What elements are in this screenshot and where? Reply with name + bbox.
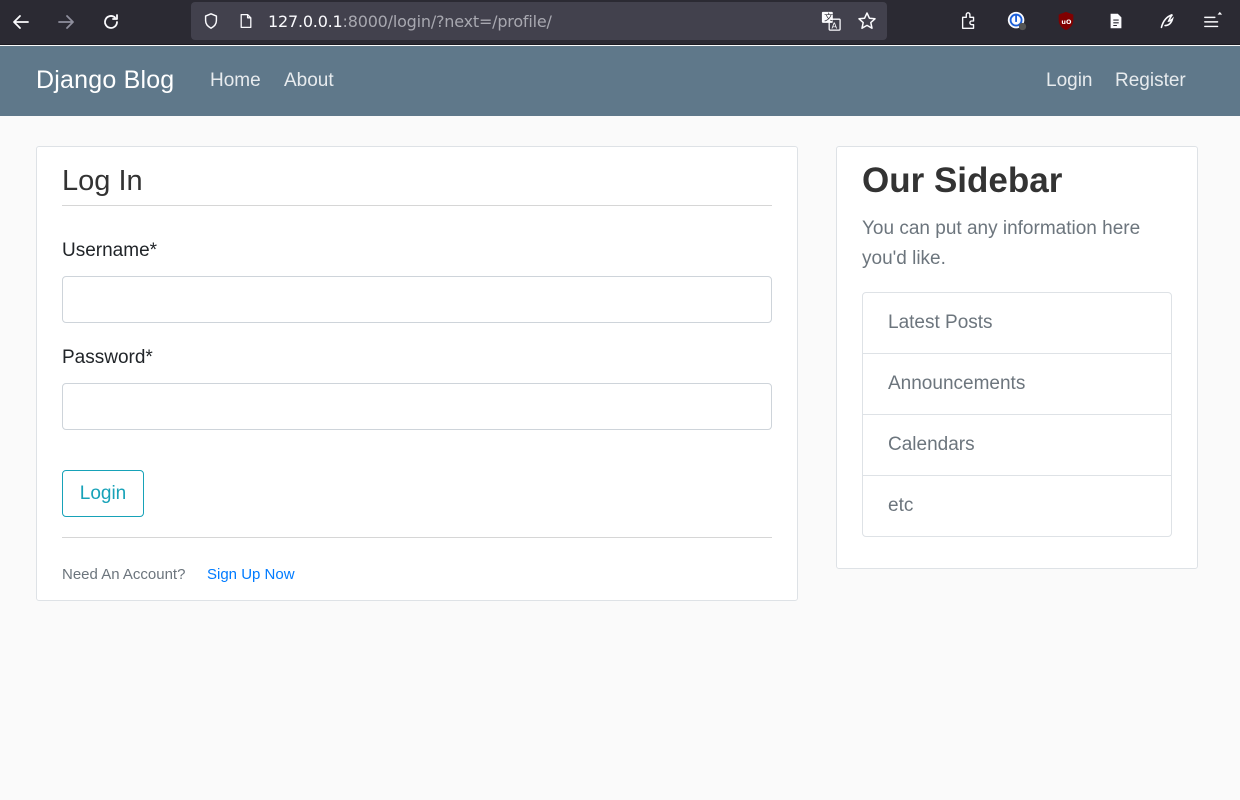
menu-icon[interactable]	[1201, 9, 1225, 33]
ublock-icon[interactable]: uO	[1054, 9, 1078, 33]
reload-button[interactable]	[97, 8, 125, 36]
sidebar-text: You can put any information here you'd l…	[862, 218, 1141, 269]
sidebar-item-latest-posts[interactable]: Latest Posts	[863, 293, 1171, 354]
shield-icon[interactable]	[201, 11, 221, 31]
forward-button[interactable]	[52, 8, 80, 36]
login-title: Log In	[62, 165, 143, 197]
site-navbar: Django Blog Home About Login Register	[0, 46, 1240, 116]
star-icon[interactable]	[857, 11, 877, 31]
nav-link-about[interactable]: About	[284, 70, 334, 92]
reload-icon	[104, 14, 118, 29]
forward-icon	[58, 15, 74, 29]
password-manager-icon[interactable]	[1005, 9, 1029, 33]
password-input[interactable]	[62, 383, 772, 430]
username-label: Username*	[62, 240, 158, 261]
sidebar-card: Our Sidebar You can put any information …	[836, 146, 1198, 569]
sync-icon[interactable]	[1154, 9, 1178, 33]
need-account-text: Need An Account?	[62, 566, 186, 583]
brand-link[interactable]: Django Blog	[36, 66, 174, 95]
sidebar-item-announcements[interactable]: Announcements	[863, 354, 1171, 415]
sidebar-title: Our Sidebar	[862, 161, 1063, 200]
back-button[interactable]	[7, 8, 35, 36]
title-divider	[62, 205, 772, 206]
login-button[interactable]: Login	[62, 470, 144, 517]
url-text[interactable]: 127.0.0.1:8000/login/?next=/profile/	[268, 12, 552, 31]
svg-text:uO: uO	[1061, 18, 1072, 26]
sign-up-link[interactable]: Sign Up Now	[207, 566, 295, 583]
address-bar[interactable]: 127.0.0.1:8000/login/?next=/profile/ 文A	[191, 2, 887, 40]
svg-text:A: A	[831, 20, 837, 30]
url-host: 127.0.0.1	[268, 12, 343, 31]
nav-link-home[interactable]: Home	[210, 70, 261, 92]
reader-icon[interactable]	[1104, 9, 1128, 33]
browser-toolbar: 127.0.0.1:8000/login/?next=/profile/ 文A …	[0, 0, 1240, 45]
nav-link-register[interactable]: Register	[1115, 70, 1186, 92]
translate-icon[interactable]: 文A	[821, 11, 841, 31]
password-label: Password*	[62, 347, 153, 368]
sidebar-item-etc[interactable]: etc	[863, 476, 1171, 536]
page-icon[interactable]	[236, 11, 256, 31]
url-path: :8000/login/?next=/profile/	[342, 12, 552, 31]
nav-link-login[interactable]: Login	[1046, 70, 1093, 92]
sidebar-list: Latest Posts Announcements Calendars etc	[862, 292, 1172, 537]
sidebar-item-calendars[interactable]: Calendars	[863, 415, 1171, 476]
username-input[interactable]	[62, 276, 772, 323]
extensions-icon[interactable]	[957, 9, 981, 33]
back-icon	[13, 15, 29, 29]
footer-divider	[62, 537, 772, 538]
login-card: Log In Username* Password* Login Need An…	[36, 146, 798, 601]
